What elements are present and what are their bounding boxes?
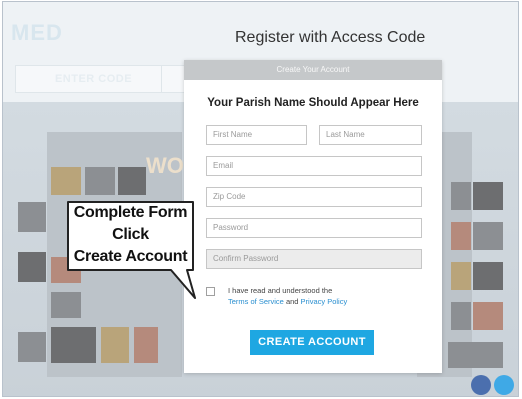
background-tile <box>101 327 129 363</box>
callout-line: Create Account <box>73 248 188 265</box>
instruction-callout: Complete Form Click Create Account <box>65 199 196 301</box>
create-account-button[interactable]: CREATE ACCOUNT <box>250 330 374 355</box>
terms-links: Terms of Service and Privacy Policy <box>228 296 347 307</box>
privacy-policy-link[interactable]: Privacy Policy <box>301 297 348 306</box>
background-tile <box>18 202 46 232</box>
parish-name-heading: Your Parish Name Should Appear Here <box>207 97 419 109</box>
confirm-password-field[interactable]: Confirm Password <box>206 249 422 269</box>
zip-code-field[interactable]: Zip Code <box>206 187 422 207</box>
last-name-field[interactable]: Last Name <box>319 125 422 145</box>
modal-header: Create Your Account <box>184 60 442 80</box>
background-tile <box>473 182 503 210</box>
background-tile <box>451 222 471 250</box>
twitter-icon[interactable] <box>494 375 514 395</box>
background-tile <box>473 302 503 330</box>
background-tile <box>451 302 471 330</box>
background-tile <box>51 167 81 195</box>
password-field[interactable]: Password <box>206 218 422 238</box>
create-account-modal: Create Your Account Your Parish Name Sho… <box>184 60 442 373</box>
background-tile <box>473 262 503 290</box>
background-tile <box>85 167 115 195</box>
background-tile <box>134 327 158 363</box>
email-field[interactable]: Email <box>206 156 422 176</box>
terms-text: I have read and understood the Terms of … <box>228 285 347 307</box>
facebook-icon[interactable] <box>471 375 491 395</box>
background-tile <box>451 182 471 210</box>
background-tile <box>18 252 46 282</box>
callout-text: Complete Form Click Create Account <box>65 202 196 268</box>
app-window: MED ENTER CODE WO Register with Access C… <box>2 1 519 397</box>
background-logo: MED <box>11 20 63 45</box>
background-tile <box>448 342 503 368</box>
background-banner-text: WO <box>146 153 184 178</box>
page-title: Register with Access Code <box>235 29 426 46</box>
background-tile <box>18 332 46 362</box>
callout-line: Complete Form <box>73 204 188 221</box>
first-name-field[interactable]: First Name <box>206 125 307 145</box>
enter-code-button[interactable]: ENTER CODE <box>15 65 172 93</box>
background-tile <box>451 262 471 290</box>
background-tile <box>473 222 503 250</box>
background-tile <box>118 167 146 195</box>
terms-line: I have read and understood the <box>228 286 333 295</box>
callout-line: Click <box>112 226 149 243</box>
terms-of-service-link[interactable]: Terms of Service <box>228 297 284 306</box>
terms-checkbox[interactable] <box>206 287 215 296</box>
terms-and: and <box>283 297 301 306</box>
background-tile <box>51 327 96 363</box>
